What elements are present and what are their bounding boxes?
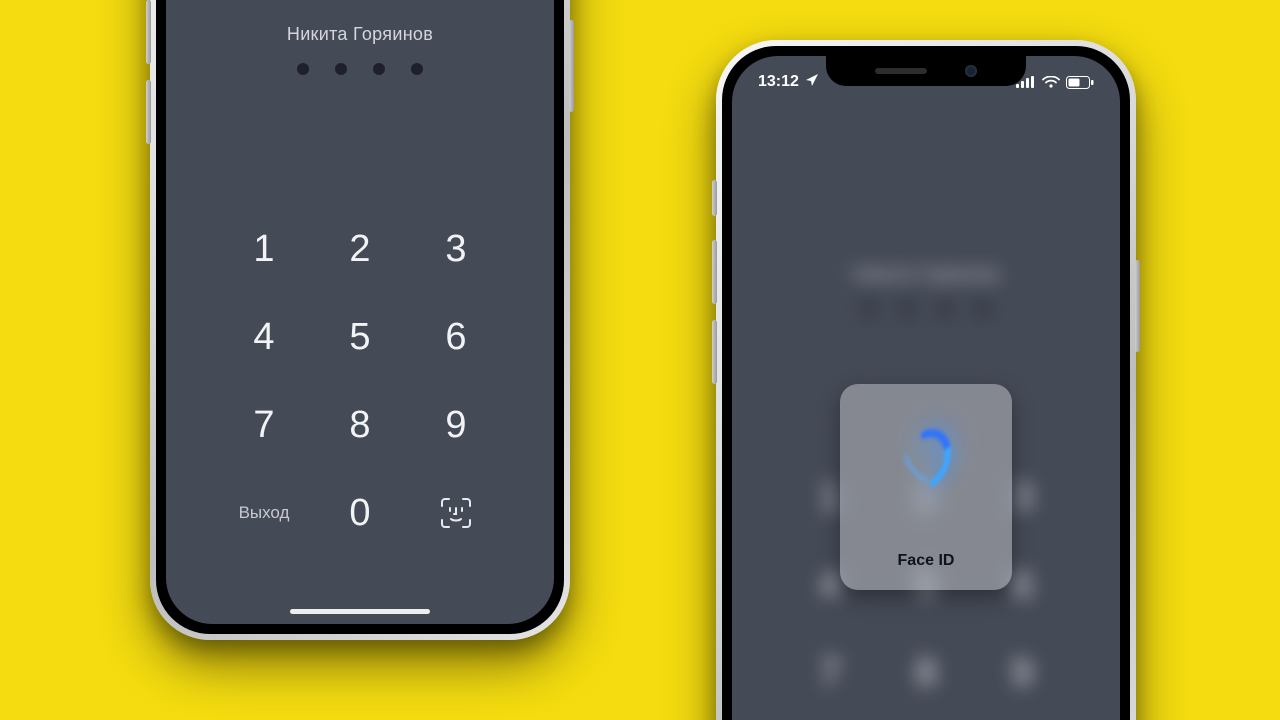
phone-left: Никита Горяинов 1 2 3 4 5 6 7 8 9: [150, 0, 570, 640]
faceid-spinner-icon: [886, 420, 966, 500]
pin-dot: [297, 63, 309, 75]
wifi-icon: [1042, 76, 1060, 88]
cellular-signal-icon: [1016, 76, 1036, 88]
status-bar: 13:12: [732, 56, 1120, 102]
key-5[interactable]: 5: [312, 293, 408, 381]
key-2[interactable]: 2: [312, 205, 408, 293]
volume-up-button[interactable]: [712, 240, 717, 304]
faceid-prompt-label: Face ID: [898, 552, 955, 570]
key-6[interactable]: 6: [408, 293, 504, 381]
user-name-label: Никита Горяинов: [287, 24, 433, 45]
pin-dot: [411, 63, 423, 75]
keypad: 1 2 3 4 5 6 7 8 9 Выход 0: [216, 205, 504, 557]
key-9[interactable]: 9: [408, 381, 504, 469]
stage: Никита Горяинов 1 2 3 4 5 6 7 8 9: [0, 0, 1280, 720]
battery-icon: [1066, 76, 1094, 89]
faceid-prompt: Face ID: [840, 384, 1012, 590]
key-0[interactable]: 0: [312, 469, 408, 557]
power-button[interactable]: [1135, 260, 1140, 352]
power-button[interactable]: [569, 20, 574, 112]
home-indicator[interactable]: [290, 609, 430, 614]
faceid-button[interactable]: [408, 469, 504, 557]
status-time: 13:12: [758, 73, 799, 91]
pin-dot: [335, 63, 347, 75]
pin-dots: [297, 63, 423, 75]
pin-lock-screen: Никита Горяинов 1 2 3 4 5 6 7 8 9: [166, 0, 554, 624]
key-8[interactable]: 8: [312, 381, 408, 469]
mute-switch[interactable]: [712, 180, 717, 216]
key-4[interactable]: 4: [216, 293, 312, 381]
screen-left: Никита Горяинов 1 2 3 4 5 6 7 8 9: [166, 0, 554, 624]
screen-right: 13:12: [732, 56, 1120, 720]
volume-down-button[interactable]: [146, 80, 151, 144]
location-arrow-icon: [805, 73, 819, 92]
exit-button[interactable]: Выход: [216, 469, 312, 557]
volume-up-button[interactable]: [146, 0, 151, 64]
faceid-icon: [439, 496, 473, 530]
pin-dot: [373, 63, 385, 75]
phone-right: 13:12: [716, 40, 1136, 720]
key-3[interactable]: 3: [408, 205, 504, 293]
volume-down-button[interactable]: [712, 320, 717, 384]
key-7[interactable]: 7: [216, 381, 312, 469]
key-1[interactable]: 1: [216, 205, 312, 293]
